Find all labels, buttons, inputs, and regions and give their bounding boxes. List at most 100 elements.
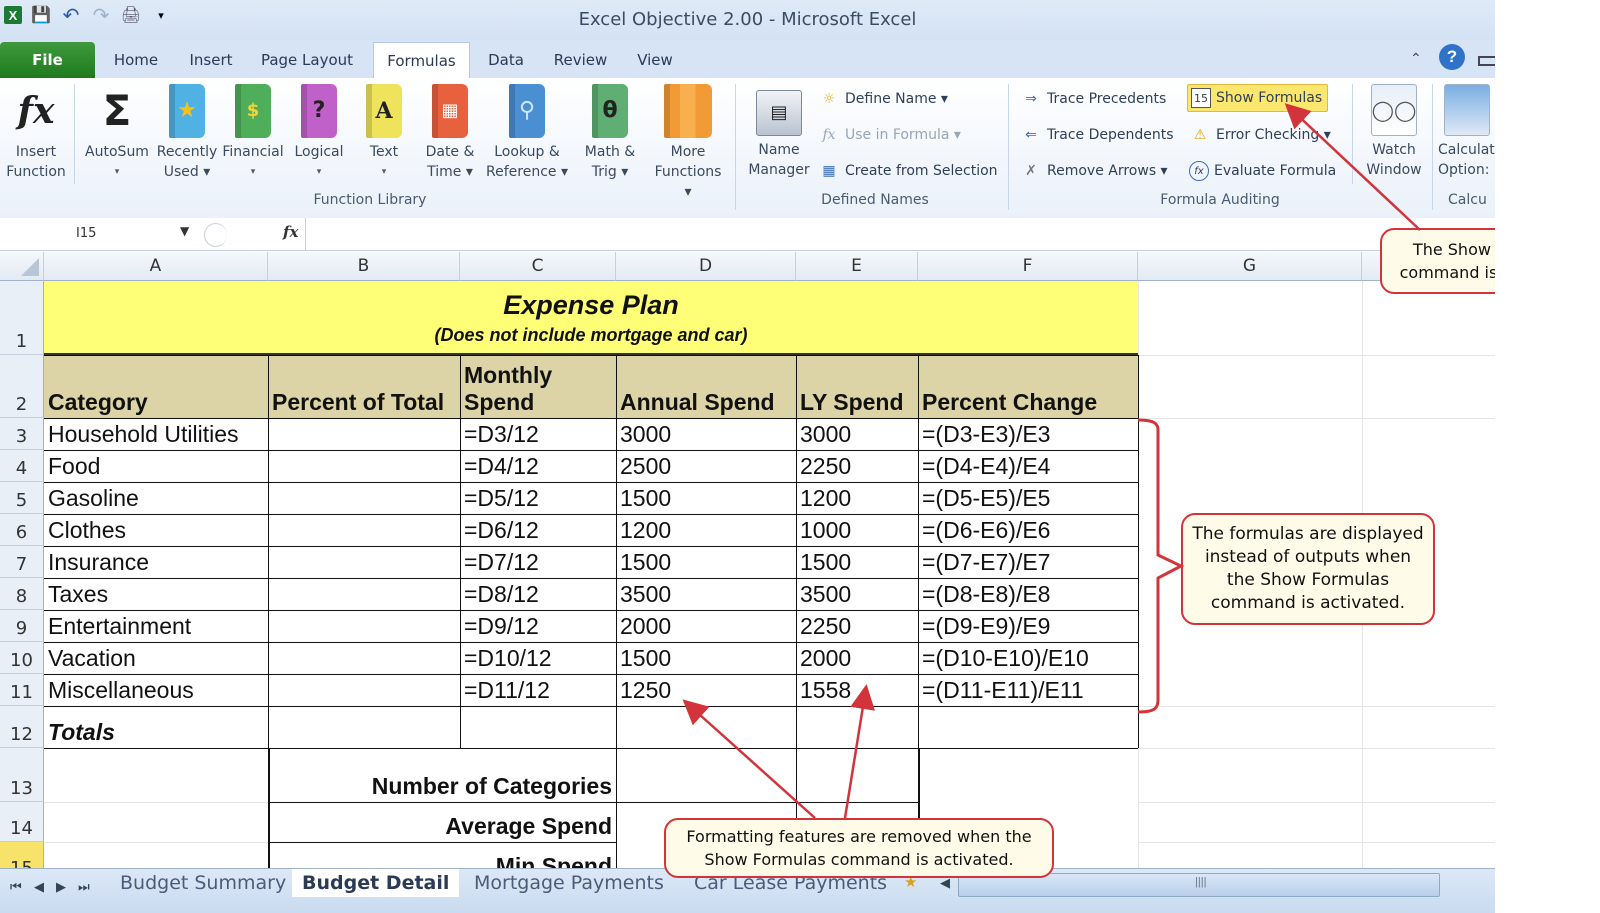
tab-file[interactable]: File bbox=[0, 42, 95, 78]
last-sheet-icon[interactable]: ⏭ bbox=[78, 879, 90, 895]
name-manager-button[interactable]: ▤ Name Manager bbox=[744, 84, 814, 180]
row-header-11[interactable]: 11 bbox=[0, 674, 44, 706]
cell-monthly-spend[interactable]: =D3/12 bbox=[460, 418, 616, 450]
cell-annual-spend[interactable]: 1500 bbox=[616, 546, 796, 578]
cell-ly-spend[interactable]: 1558 bbox=[796, 674, 918, 706]
header-annual-spend[interactable]: Annual Spend bbox=[616, 355, 796, 418]
stat-average-spend[interactable]: Average Spend bbox=[268, 802, 616, 842]
select-all-button[interactable] bbox=[0, 252, 44, 281]
cell-ly-spend[interactable]: 2250 bbox=[796, 450, 918, 482]
cell-annual-spend[interactable]: 2500 bbox=[616, 450, 796, 482]
cell-percent-of-total[interactable] bbox=[268, 674, 460, 706]
cell-category[interactable]: Food bbox=[44, 450, 268, 482]
row-header-3[interactable]: 3 bbox=[0, 418, 44, 450]
cell-category[interactable]: Vacation bbox=[44, 642, 268, 674]
cell-category[interactable]: Gasoline bbox=[44, 482, 268, 514]
row-header-8[interactable]: 8 bbox=[0, 578, 44, 610]
cell-annual-spend[interactable]: 3000 bbox=[616, 418, 796, 450]
next-sheet-icon[interactable]: ▶ bbox=[56, 879, 66, 895]
cell-monthly-spend[interactable]: =D4/12 bbox=[460, 450, 616, 482]
tab-home[interactable]: Home bbox=[105, 42, 167, 78]
stat-number-of-categories[interactable]: Number of Categories bbox=[268, 748, 616, 802]
cell-percent-of-total[interactable] bbox=[268, 642, 460, 674]
cell-monthly-spend[interactable]: =D5/12 bbox=[460, 482, 616, 514]
minimize-ribbon-icon[interactable]: ⌃ bbox=[1410, 50, 1422, 67]
financial-button[interactable]: $ Financial ▾ bbox=[220, 84, 286, 182]
column-header-c[interactable]: C bbox=[460, 252, 616, 281]
logical-button[interactable]: ? Logical ▾ bbox=[288, 84, 350, 182]
tab-page-layout[interactable]: Page Layout bbox=[257, 42, 357, 78]
cell-monthly-spend[interactable]: =D11/12 bbox=[460, 674, 616, 706]
tab-formulas[interactable]: Formulas bbox=[373, 42, 470, 79]
row-header-13[interactable]: 13 bbox=[0, 748, 44, 802]
cell-annual-spend[interactable]: 3500 bbox=[616, 578, 796, 610]
row-header-4[interactable]: 4 bbox=[0, 450, 44, 482]
row-header-5[interactable]: 5 bbox=[0, 482, 44, 514]
formula-input[interactable] bbox=[310, 222, 1360, 246]
cell-monthly-spend[interactable]: =D7/12 bbox=[460, 546, 616, 578]
text-button[interactable]: A Text ▾ bbox=[356, 84, 412, 182]
prev-sheet-icon[interactable]: ◀ bbox=[34, 879, 44, 895]
cell-percent-change[interactable]: =(D4-E4)/E4 bbox=[918, 450, 1138, 482]
column-header-b[interactable]: B bbox=[268, 252, 460, 281]
totals-label[interactable]: Totals bbox=[44, 706, 268, 748]
define-name-button[interactable]: ☼ Define Name ▾ bbox=[818, 86, 948, 112]
cell-a1-title[interactable]: Expense Plan (Does not include mortgage … bbox=[44, 281, 1138, 355]
first-sheet-icon[interactable]: ⏮ bbox=[10, 879, 22, 895]
cell-category[interactable]: Taxes bbox=[44, 578, 268, 610]
cell-percent-change[interactable]: =(D11-E11)/E11 bbox=[918, 674, 1138, 706]
cell-category[interactable]: Miscellaneous bbox=[44, 674, 268, 706]
header-ly-spend[interactable]: LY Spend bbox=[796, 355, 918, 418]
lookup-reference-button[interactable]: ⚲ Lookup & Reference ▾ bbox=[486, 84, 568, 182]
cell-ly-spend[interactable]: 3500 bbox=[796, 578, 918, 610]
watch-window-button[interactable]: ◯◯ Watch Window bbox=[1358, 84, 1430, 180]
cell-ly-spend[interactable]: 1000 bbox=[796, 514, 918, 546]
cell-category[interactable]: Insurance bbox=[44, 546, 268, 578]
recently-used-button[interactable]: ★ Recently Used ▾ bbox=[154, 84, 220, 182]
calculation-options-button[interactable]: Calculat Option: bbox=[1438, 84, 1498, 180]
column-header-g[interactable]: G bbox=[1138, 252, 1362, 281]
cell-annual-spend[interactable]: 2000 bbox=[616, 610, 796, 642]
cell-percent-change[interactable]: =(D3-E3)/E3 bbox=[918, 418, 1138, 450]
column-header-e[interactable]: E bbox=[796, 252, 918, 281]
cell-percent-of-total[interactable] bbox=[268, 546, 460, 578]
name-box[interactable]: I15 ▼ bbox=[2, 222, 192, 246]
evaluate-formula-button[interactable]: fx Evaluate Formula bbox=[1189, 158, 1336, 184]
cell-annual-spend[interactable]: 1500 bbox=[616, 642, 796, 674]
sheet-tab-mortgage-payments[interactable]: Mortgage Payments bbox=[464, 869, 674, 897]
create-from-selection-button[interactable]: ▦ Create from Selection bbox=[818, 158, 997, 184]
trace-dependents-button[interactable]: ⇐ Trace Dependents bbox=[1020, 122, 1173, 148]
row-header-1[interactable]: 1 bbox=[0, 281, 44, 355]
cell-ly-spend[interactable]: 1200 bbox=[796, 482, 918, 514]
cell-percent-of-total[interactable] bbox=[268, 514, 460, 546]
cell-percent-of-total[interactable] bbox=[268, 418, 460, 450]
header-category[interactable]: Category bbox=[44, 355, 268, 418]
header-monthly-spend[interactable]: Monthly Spend bbox=[460, 355, 616, 418]
cell-percent-change[interactable]: =(D8-E8)/E8 bbox=[918, 578, 1138, 610]
cell-percent-of-total[interactable] bbox=[268, 482, 460, 514]
remove-arrows-button[interactable]: ✗ Remove Arrows ▾ bbox=[1020, 158, 1167, 184]
tab-insert[interactable]: Insert bbox=[180, 42, 242, 78]
math-trig-button[interactable]: θ Math & Trig ▾ bbox=[578, 84, 642, 182]
sheet-tab-budget-summary[interactable]: Budget Summary bbox=[110, 869, 296, 897]
trace-precedents-button[interactable]: ⇒ Trace Precedents bbox=[1020, 86, 1166, 112]
cell-ly-spend[interactable]: 1500 bbox=[796, 546, 918, 578]
cell-monthly-spend[interactable]: =D10/12 bbox=[460, 642, 616, 674]
column-header-d[interactable]: D bbox=[616, 252, 796, 281]
cell-percent-change[interactable]: =(D5-E5)/E5 bbox=[918, 482, 1138, 514]
error-checking-button[interactable]: ⚠ Error Checking ▾ bbox=[1189, 122, 1331, 148]
cell-category[interactable]: Clothes bbox=[44, 514, 268, 546]
row-header-14[interactable]: 14 bbox=[0, 802, 44, 842]
cell-monthly-spend[interactable]: =D8/12 bbox=[460, 578, 616, 610]
cell-ly-spend[interactable]: 2250 bbox=[796, 610, 918, 642]
tab-data[interactable]: Data bbox=[484, 42, 528, 78]
more-functions-button[interactable]: More Functions ▾ bbox=[650, 84, 726, 202]
column-header-f[interactable]: F bbox=[918, 252, 1138, 281]
date-time-button[interactable]: ▦ Date & Time ▾ bbox=[418, 84, 482, 182]
cell-category[interactable]: Entertainment bbox=[44, 610, 268, 642]
cell-annual-spend[interactable]: 1200 bbox=[616, 514, 796, 546]
column-header-a[interactable]: A bbox=[44, 252, 268, 281]
cell-monthly-spend[interactable]: =D6/12 bbox=[460, 514, 616, 546]
row-header-10[interactable]: 10 bbox=[0, 642, 44, 674]
tab-review[interactable]: Review bbox=[548, 42, 613, 78]
